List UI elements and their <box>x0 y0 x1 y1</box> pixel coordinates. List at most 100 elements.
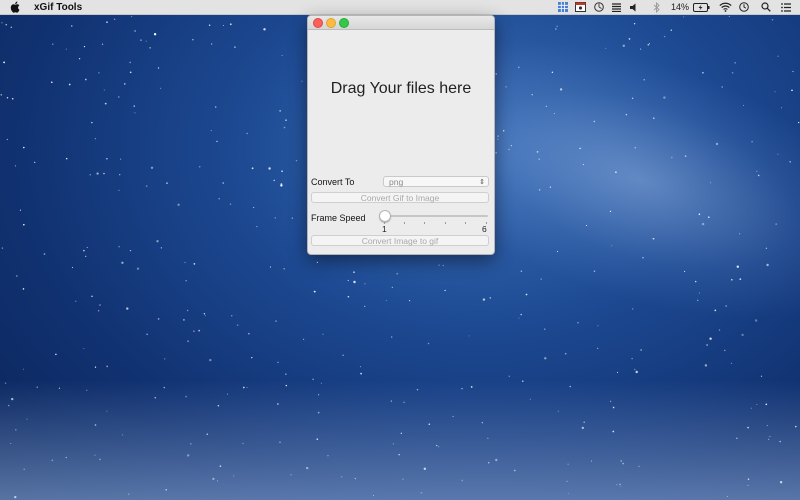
star <box>724 349 726 352</box>
star <box>84 78 87 81</box>
star <box>313 290 316 293</box>
star <box>508 148 510 151</box>
star <box>193 263 196 265</box>
format-select[interactable]: png ⇕ <box>383 176 489 187</box>
star <box>697 299 699 301</box>
time-machine-icon[interactable] <box>738 0 750 14</box>
star <box>757 174 760 177</box>
star <box>121 261 124 264</box>
star <box>273 179 275 182</box>
star <box>136 267 140 270</box>
star <box>579 147 581 150</box>
screen-record-icon[interactable] <box>575 0 587 14</box>
star <box>229 23 232 26</box>
star <box>633 23 636 25</box>
star <box>6 138 8 141</box>
list-status-icon[interactable] <box>611 0 623 14</box>
star <box>78 58 81 60</box>
convert-gif-to-image-button[interactable]: Convert Gif to Image <box>311 192 489 203</box>
apple-icon[interactable] <box>10 1 22 13</box>
star <box>295 159 298 162</box>
slider-max-label: 6 <box>482 224 487 234</box>
bluetooth-icon[interactable] <box>651 0 663 14</box>
star <box>156 240 159 243</box>
star <box>160 87 162 89</box>
star <box>65 157 68 160</box>
star <box>91 295 93 297</box>
star <box>593 120 596 123</box>
star <box>236 324 239 326</box>
minimize-window-button[interactable] <box>326 18 336 28</box>
star <box>129 71 132 74</box>
star <box>283 267 286 270</box>
star <box>502 129 505 132</box>
star <box>251 167 254 170</box>
star <box>71 25 73 27</box>
star <box>222 182 224 184</box>
file-drop-zone[interactable]: Drag Your files here <box>308 30 494 180</box>
star <box>106 158 108 160</box>
star <box>742 104 745 106</box>
star <box>694 280 697 283</box>
star <box>184 261 186 264</box>
star <box>359 366 361 368</box>
star <box>34 161 36 164</box>
star <box>640 349 642 351</box>
zoom-window-button[interactable] <box>339 18 349 28</box>
battery-icon[interactable] <box>692 0 710 14</box>
star <box>741 333 744 337</box>
star <box>396 272 399 275</box>
star <box>153 33 157 36</box>
star <box>775 223 778 225</box>
star <box>545 105 547 107</box>
star <box>183 319 185 321</box>
convert-image-to-gif-button[interactable]: Convert Image to gif <box>311 235 489 246</box>
clock-status-icon[interactable] <box>593 0 605 14</box>
star <box>718 329 721 331</box>
frame-speed-slider-knob[interactable] <box>379 210 391 222</box>
wifi-icon[interactable] <box>718 0 732 14</box>
volume-icon[interactable] <box>629 0 641 14</box>
star <box>754 319 758 322</box>
star <box>253 206 255 208</box>
grid-status-icon[interactable] <box>557 0 569 14</box>
star <box>291 217 293 219</box>
close-window-button[interactable] <box>313 18 323 28</box>
star <box>538 158 540 160</box>
star <box>789 161 791 163</box>
star <box>192 39 194 41</box>
star <box>544 357 547 360</box>
star <box>75 300 77 302</box>
star <box>766 263 769 267</box>
frame-speed-slider-track[interactable] <box>384 215 488 217</box>
star <box>83 249 85 252</box>
star <box>791 89 793 92</box>
star <box>652 117 655 120</box>
star <box>577 321 579 324</box>
star <box>777 153 779 155</box>
star <box>118 96 120 98</box>
star <box>94 138 96 140</box>
star <box>751 140 753 143</box>
notification-center-icon[interactable] <box>780 0 792 14</box>
star <box>765 247 768 249</box>
app-menu-name[interactable]: xGif Tools <box>34 2 82 13</box>
star <box>229 203 232 205</box>
star <box>495 152 497 154</box>
window-title-bar[interactable] <box>308 16 494 30</box>
star <box>709 337 712 340</box>
battery-percent[interactable]: 14% <box>671 0 689 14</box>
star <box>780 107 783 109</box>
star <box>275 320 277 322</box>
star <box>615 171 617 174</box>
star <box>211 43 213 45</box>
star <box>133 105 135 107</box>
star <box>632 308 634 310</box>
star <box>277 361 279 363</box>
star <box>134 30 136 32</box>
star <box>553 112 555 115</box>
convert-to-label: Convert To <box>311 177 355 187</box>
star <box>256 226 258 228</box>
star <box>625 113 628 116</box>
spotlight-icon[interactable] <box>760 0 772 14</box>
